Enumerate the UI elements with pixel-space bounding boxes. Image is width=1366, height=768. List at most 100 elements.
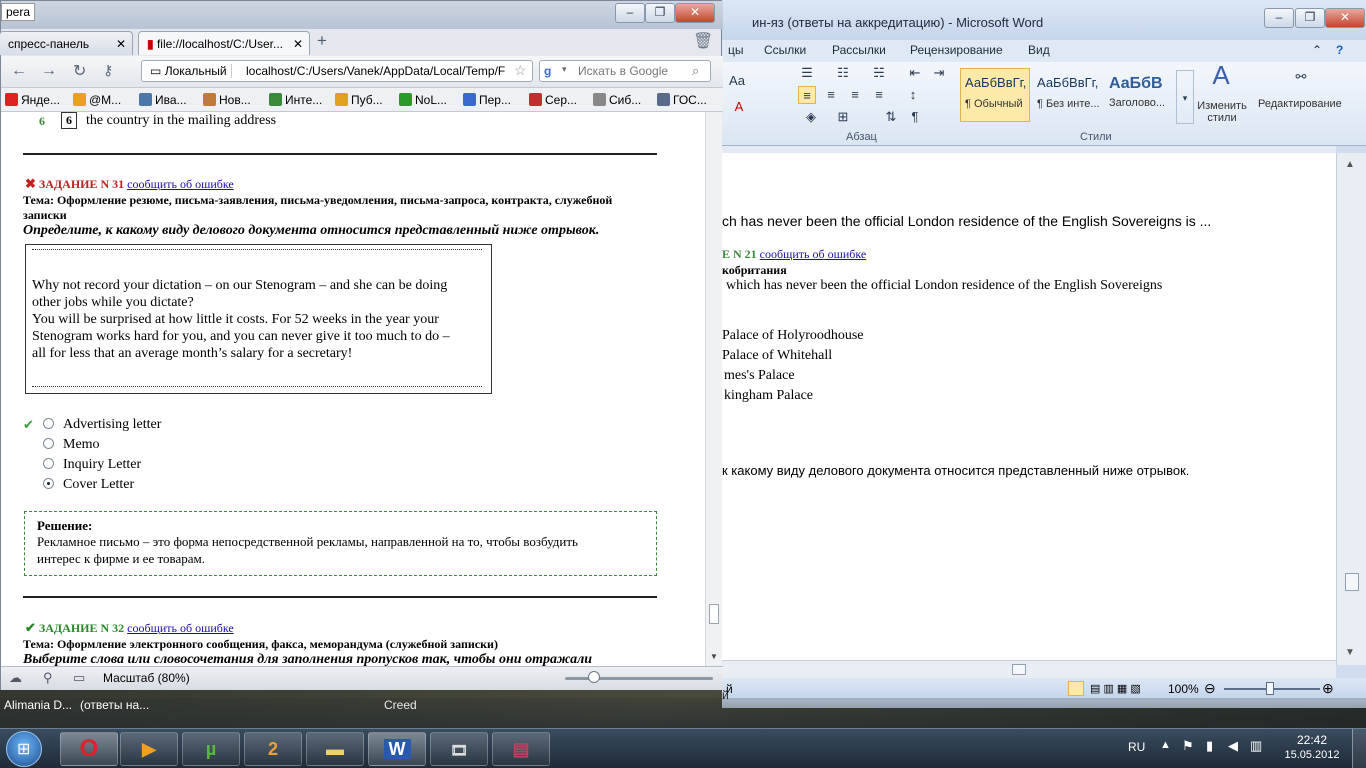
zoom-level[interactable]: 100% [1168,682,1199,696]
radio-button[interactable] [43,438,54,449]
bookmark-item[interactable]: NoL... [399,93,447,107]
bookmark-item[interactable]: Сиб... [593,93,641,107]
scroll-down-icon[interactable]: ▼ [710,652,718,661]
new-tab-icon[interactable]: + [317,31,327,51]
close-button[interactable]: ✕ [675,3,715,23]
address-bar[interactable]: ▭ Локальный localhost/C:/Users/Vanek/App… [141,60,533,82]
app-taskbar-icon[interactable]: 2 [244,732,302,766]
radio-button[interactable] [43,458,54,469]
start-button[interactable]: ⊞ [6,731,42,767]
line-spacing-icon[interactable]: ↕ [904,86,922,104]
style-normal[interactable]: АаБбВвГг, ¶ Обычный [960,68,1030,122]
minimize-button[interactable]: – [615,3,645,23]
video-taskbar-icon[interactable]: 🎞 [430,732,488,766]
thumb-label[interactable]: Alimania D... [4,698,72,712]
doc-report-link[interactable]: сообщить об ошибке [760,247,867,261]
chevron-down-icon[interactable]: ▾ [562,64,567,75]
trash-icon[interactable]: 🗑 [693,31,713,51]
justify-icon[interactable]: ≡ [870,86,888,104]
view-buttons-icon[interactable]: ▤ ▥ ▦ ▧ [1090,682,1141,695]
radio-button[interactable] [43,418,54,429]
maximize-button[interactable]: ❐ [645,3,675,23]
answer-option[interactable]: Memo [29,437,100,453]
reload-icon[interactable]: ↻ [73,61,86,81]
zoom-in-icon[interactable]: ⊕ [1322,680,1334,697]
tab-insert[interactable]: цы [728,43,744,57]
opera-taskbar-icon[interactable]: O [60,732,118,766]
opera-menu-button[interactable]: pera [1,3,36,21]
document-page[interactable]: ch has never been the official London re… [722,153,1336,665]
winrar-taskbar-icon[interactable]: ▤ [492,732,550,766]
tab-local-file[interactable]: ▮ file://localhost/C:/User... ✕ [138,31,310,55]
hscroll-thumb[interactable] [1012,664,1026,675]
zoom-slider-thumb[interactable] [588,671,600,683]
vertical-scrollbar[interactable]: ▲ ▼ [1336,153,1366,665]
tab-mailings[interactable]: Рассылки [832,43,886,57]
scroll-up-icon[interactable]: ▲ [1345,159,1355,170]
page-scrollbar-thumb[interactable] [709,604,719,624]
share-icon[interactable]: ⚲ [43,670,53,686]
zoom-out-icon[interactable]: ⊖ [1204,680,1216,697]
bookmark-item[interactable]: Янде... [5,93,60,107]
increase-indent-icon[interactable]: ⇥ [930,64,948,82]
bookmark-item[interactable]: Сер... [529,93,577,107]
font-size-icon[interactable]: Aa [726,72,748,90]
minimize-ribbon-icon[interactable]: ⌃ [1312,43,1322,57]
binoculars-icon[interactable]: ⚯ [1290,68,1312,90]
forward-icon[interactable]: → [41,62,57,80]
font-color-icon[interactable]: A [730,98,748,116]
print-layout-icon[interactable] [1068,681,1084,696]
back-icon[interactable]: ← [11,62,27,80]
bookmark-item[interactable]: Нов... [203,93,251,107]
editing-button[interactable]: Редактирование [1258,98,1342,110]
volume-icon[interactable]: ◀ [1228,738,1238,754]
answer-option[interactable]: Inquiry Letter [29,457,141,473]
cloud-icon[interactable]: ☁ [9,670,22,686]
numbering-icon[interactable]: ☷ [834,64,852,82]
view-icon[interactable]: ▭ [73,670,85,686]
language-indicator[interactable]: RU [1128,740,1145,754]
bookmark-item[interactable]: Ива... [139,93,187,107]
media-player-taskbar-icon[interactable]: ▶ [120,732,178,766]
bullets-icon[interactable]: ☰ [798,64,816,82]
maximize-button[interactable]: ❐ [1295,8,1325,28]
bookmark-item[interactable]: Пер... [463,93,511,107]
thumb-label[interactable]: (ответы на... [80,698,149,712]
battery-icon[interactable]: ▮ [1206,738,1213,754]
address-url[interactable]: localhost/C:/Users/Vanek/AppData/Local/T… [246,64,508,78]
tab-speed-dial[interactable]: спресс-панель ✕ [0,31,133,55]
style-heading[interactable]: АаБбВ Заголово... [1104,68,1174,122]
word-taskbar-icon[interactable]: W [368,732,426,766]
scroll-down-icon[interactable]: ▼ [1345,647,1355,658]
style-no-spacing[interactable]: АаБбВвГг, ¶ Без инте... [1032,68,1102,122]
show-desktop-button[interactable] [1352,729,1366,768]
bookmark-star-icon[interactable]: ☆ [514,62,527,79]
change-styles-button[interactable]: Изменить стили [1192,100,1252,124]
help-icon[interactable]: ? [1336,43,1343,57]
bookmark-item[interactable]: Инте... [269,93,322,107]
borders-icon[interactable]: ⊞ [834,108,852,126]
horizontal-scrollbar[interactable] [722,660,1336,678]
search-icon[interactable]: ⌕ [692,63,699,79]
report-error-link[interactable]: сообщить об ошибке [127,177,234,191]
align-left-icon[interactable]: ≡ [798,86,816,104]
align-right-icon[interactable]: ≡ [846,86,864,104]
decrease-indent-icon[interactable]: ⇤ [906,64,924,82]
close-button[interactable]: ✕ [1325,8,1365,28]
scrollbar-thumb[interactable] [1345,573,1359,591]
bookmark-item[interactable]: @M... [73,93,121,107]
shading-icon[interactable]: ◈ [802,108,820,126]
radio-button-selected[interactable] [43,478,54,489]
search-placeholder[interactable]: Искать в Google [578,64,668,78]
pilcrow-icon[interactable]: ¶ [906,108,924,126]
bookmark-item[interactable]: ГОС... [657,93,707,107]
sort-icon[interactable]: ⇅ [882,108,900,126]
explorer-taskbar-icon[interactable]: ▬ [306,732,364,766]
tab-close-icon[interactable]: ✕ [293,37,303,51]
flag-icon[interactable]: ⚑ [1182,738,1194,754]
answer-option[interactable]: ✔ Advertising letter [23,417,161,433]
multilevel-list-icon[interactable]: ☵ [870,64,888,82]
utorrent-taskbar-icon[interactable]: µ [182,732,240,766]
answer-option[interactable]: Cover Letter [29,477,134,493]
clock[interactable]: 22:42 15.05.2012 [1282,733,1342,761]
